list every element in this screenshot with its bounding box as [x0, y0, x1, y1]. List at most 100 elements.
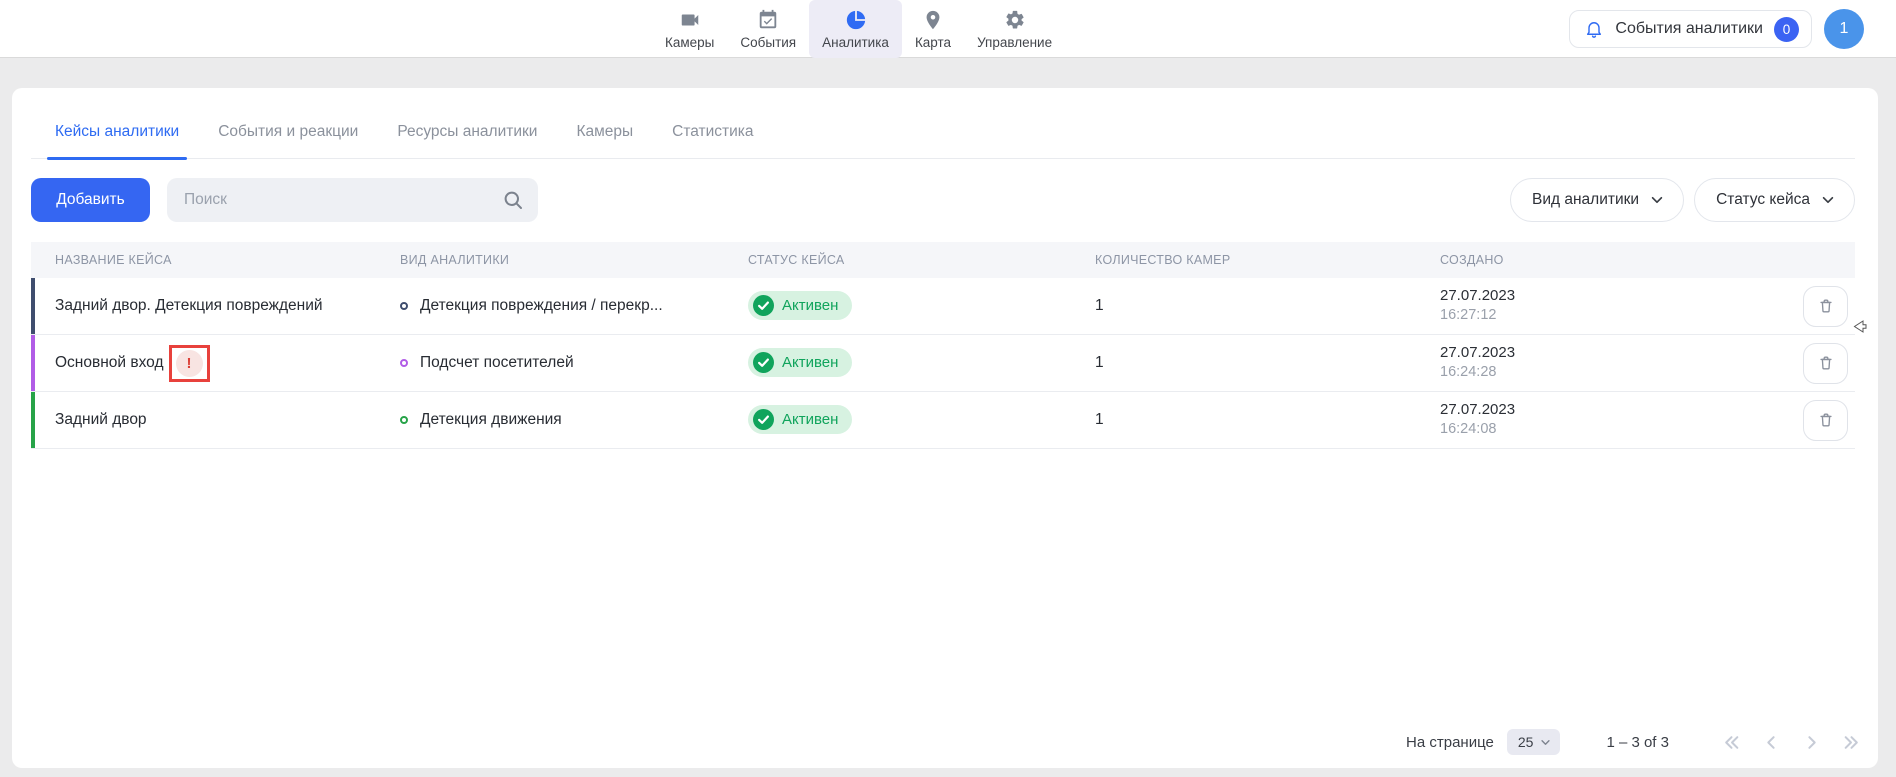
pie-chart-icon	[845, 9, 867, 31]
next-page-button[interactable]	[1803, 734, 1820, 751]
analytics-type-cell: Детекция повреждения / перекр...	[376, 297, 724, 315]
analytics-cases-card: Кейсы аналитики События и реакции Ресурс…	[12, 88, 1878, 768]
camera-icon	[679, 9, 701, 31]
tab-cameras[interactable]: Камеры	[576, 98, 633, 158]
col-header-created: СОЗДАНО	[1416, 253, 1801, 267]
nav-item-cameras[interactable]: Камеры	[652, 0, 727, 58]
case-status-cell: Активен	[724, 291, 1071, 321]
check-circle-icon	[753, 409, 774, 430]
filter-case-status[interactable]: Статус кейса	[1694, 178, 1855, 222]
pager-controls	[1723, 734, 1860, 751]
pagination-range: 1 – 3 of 3	[1606, 734, 1669, 751]
created-time: 16:24:28	[1440, 363, 1801, 383]
main-nav: Камеры События Аналитика Карта Управлени…	[652, 0, 1065, 58]
actions-cell	[1801, 400, 1855, 441]
first-page-button[interactable]	[1723, 734, 1740, 751]
case-name: Основной вход	[55, 354, 164, 372]
status-label: Активен	[782, 411, 838, 428]
filter-label: Вид аналитики	[1532, 191, 1639, 209]
search-box	[167, 178, 538, 222]
per-page-select[interactable]: 25	[1507, 729, 1561, 755]
case-name-cell: Основной вход !	[31, 345, 376, 382]
tab-statistics[interactable]: Статистика	[672, 98, 753, 158]
analytics-events-button[interactable]: События аналитики 0	[1569, 10, 1812, 48]
analytics-type-cell: Детекция движения	[376, 411, 724, 429]
camera-count-cell: 1	[1071, 411, 1416, 429]
notifications-count-badge: 0	[1774, 17, 1799, 42]
analytics-cases-page: { "colors": { "accent_blue": "#3566f2", …	[0, 0, 1896, 777]
created-date: 27.07.2023	[1440, 343, 1801, 363]
warning-exclamation-icon: !	[176, 350, 203, 377]
row-color-stripe	[31, 335, 35, 391]
filter-analytics-type[interactable]: Вид аналитики	[1510, 178, 1684, 222]
status-badge: Активен	[748, 291, 852, 320]
status-badge: Активен	[748, 348, 852, 377]
status-label: Активен	[782, 354, 838, 371]
analytics-type-ring-icon	[400, 302, 408, 310]
delete-case-button[interactable]	[1803, 343, 1848, 384]
chevron-down-icon	[1821, 193, 1835, 207]
filters: Вид аналитики Статус кейса	[1510, 178, 1855, 222]
camera-count-cell: 1	[1071, 354, 1416, 372]
col-header-analytics-type: ВИД АНАЛИТИКИ	[376, 253, 724, 267]
created-date: 27.07.2023	[1440, 286, 1801, 306]
analytics-type: Детекция движения	[420, 411, 562, 429]
add-button[interactable]: Добавить	[31, 178, 150, 222]
table-row[interactable]: Задний двор. Детекция повреждений Детекц…	[31, 278, 1855, 335]
row-color-stripe	[31, 392, 35, 448]
table-row[interactable]: Основной вход ! Подсчет посетителей Акти…	[31, 335, 1855, 392]
analytics-type-ring-icon	[400, 416, 408, 424]
analytics-type-cell: Подсчет посетителей	[376, 354, 724, 372]
double-chevron-right-icon	[1843, 734, 1860, 751]
tab-events-reactions[interactable]: События и реакции	[218, 98, 358, 158]
nav-item-management[interactable]: Управление	[964, 0, 1065, 58]
check-circle-icon	[753, 295, 774, 316]
nav-label: Карта	[915, 35, 951, 50]
user-avatar[interactable]: 1	[1824, 9, 1864, 49]
case-name-cell: Задний двор	[31, 411, 376, 429]
table-header-row: НАЗВАНИЕ КЕЙСА ВИД АНАЛИТИКИ СТАТУС КЕЙС…	[31, 242, 1855, 278]
mouse-cursor	[1852, 318, 1868, 334]
created-time: 16:24:08	[1440, 420, 1801, 440]
bell-icon	[1584, 19, 1604, 39]
actions-cell	[1801, 343, 1855, 384]
events-calendar-icon	[757, 9, 779, 31]
nav-label: Аналитика	[822, 35, 889, 50]
actions-cell	[1801, 286, 1855, 327]
case-name-cell: Задний двор. Детекция повреждений	[31, 297, 376, 315]
nav-item-analytics[interactable]: Аналитика	[809, 0, 902, 58]
analytics-type-ring-icon	[400, 359, 408, 367]
nav-item-map[interactable]: Карта	[902, 0, 964, 58]
tab-analytics-resources[interactable]: Ресурсы аналитики	[397, 98, 537, 158]
col-header-case-status: СТАТУС КЕЙСА	[724, 253, 1071, 267]
chevron-down-icon	[1650, 193, 1664, 207]
tab-analytics-cases[interactable]: Кейсы аналитики	[55, 98, 179, 158]
delete-case-button[interactable]	[1803, 400, 1848, 441]
created-cell: 27.07.2023 16:24:08	[1416, 400, 1801, 440]
map-pin-icon	[922, 9, 944, 31]
search-input[interactable]	[184, 191, 503, 209]
nav-item-events[interactable]: События	[727, 0, 809, 58]
filter-label: Статус кейса	[1716, 191, 1810, 209]
chevron-down-icon	[1540, 737, 1551, 748]
chevron-right-icon	[1803, 734, 1820, 751]
double-chevron-left-icon	[1723, 734, 1740, 751]
row-color-stripe	[31, 278, 35, 334]
chevron-left-icon	[1763, 734, 1780, 751]
per-page-label: На странице	[1406, 734, 1494, 751]
nav-label: События	[740, 35, 796, 50]
status-label: Активен	[782, 297, 838, 314]
top-bar: Камеры События Аналитика Карта Управлени…	[0, 0, 1896, 58]
previous-page-button[interactable]	[1763, 734, 1780, 751]
delete-case-button[interactable]	[1803, 286, 1848, 327]
table-row[interactable]: Задний двор Детекция движения Активен 1 …	[31, 392, 1855, 449]
created-date: 27.07.2023	[1440, 400, 1801, 420]
created-cell: 27.07.2023 16:27:12	[1416, 286, 1801, 326]
trash-icon	[1817, 354, 1835, 372]
col-header-camera-count: КОЛИЧЕСТВО КАМЕР	[1071, 253, 1416, 267]
last-page-button[interactable]	[1843, 734, 1860, 751]
status-badge: Активен	[748, 405, 852, 434]
search-icon	[503, 190, 523, 210]
nav-label: Камеры	[665, 35, 714, 50]
nav-label: Управление	[977, 35, 1052, 50]
